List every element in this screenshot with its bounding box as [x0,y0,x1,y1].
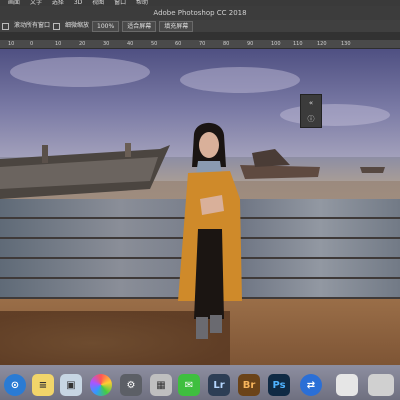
photoshop-icon[interactable]: Ps [268,374,290,396]
scroll-all-windows-label: 滚动所有窗口 [14,22,51,29]
wechat-icon[interactable]: ✉ [178,374,200,396]
photoshop-label: Ps [272,379,286,391]
lightroom-icon[interactable]: Lr [208,374,230,396]
image-capture-icon[interactable]: ▦ [150,374,172,396]
trash-icon[interactable] [368,374,394,396]
recent-file-icon[interactable] [336,374,358,396]
system-preferences-icon[interactable]: ⚙ [120,374,142,396]
ruler-tick: 120 [317,41,327,47]
collapsed-panel-dock: « ⓘ [300,94,322,128]
ruler-tick: 20 [79,41,86,47]
teamviewer-icon[interactable]: ⇄ [300,374,322,396]
lightroom-label: Lr [213,379,225,391]
scrubby-zoom-checkbox[interactable] [53,22,61,30]
ruler-tick: 130 [341,41,351,47]
photo-woman [178,122,242,339]
scroll-all-windows-checkbox[interactable] [2,22,9,30]
scrubby-zoom-label: 细微缩放 [65,22,90,29]
preview-icon[interactable]: ▣ [60,374,82,396]
fit-screen-button[interactable]: 适合屏幕 [122,20,157,32]
safari-icon[interactable]: ⊙ [4,374,26,396]
info-icon[interactable]: ⓘ [301,111,321,127]
face [199,132,219,158]
fill-screen-button[interactable]: 填充屏幕 [159,20,194,32]
document-canvas[interactable]: « ⓘ [0,49,400,365]
ruler-tick: 10 [55,41,62,47]
ruler-tick: 40 [127,41,134,47]
ruler-tick: 30 [103,41,110,47]
boot [196,317,208,339]
ruler-tick: 100 [271,41,281,47]
ruler-tick: 80 [223,41,230,47]
options-bar: 滚动所有窗口 细微缩放 100% 适合屏幕 填充屏幕 [0,20,400,32]
horizontal-ruler: 10 0 10 20 30 40 50 60 70 80 90 100 110 … [0,40,400,49]
boot [210,315,222,333]
ruler-tick: 60 [175,41,182,47]
window-title: Adobe Photoshop CC 2018 [0,6,400,20]
zoom-100-button[interactable]: 100% [92,20,120,32]
document-tab-bar [0,32,400,40]
ruler-tick: 70 [199,41,206,47]
photos-icon[interactable] [90,374,112,396]
bridge-label: Br [242,379,256,391]
ruler-tick: 50 [151,41,158,47]
panel-expand-icon[interactable]: « [301,95,321,111]
ruler-tick: 90 [247,41,254,47]
ruler-tick: 10 [8,41,15,47]
ruler-tick: 110 [293,41,303,47]
notes-icon[interactable]: ≡ [32,374,54,396]
ruler-tick: 0 [30,41,34,47]
bridge-icon[interactable]: Br [238,374,260,396]
dress [194,229,224,319]
